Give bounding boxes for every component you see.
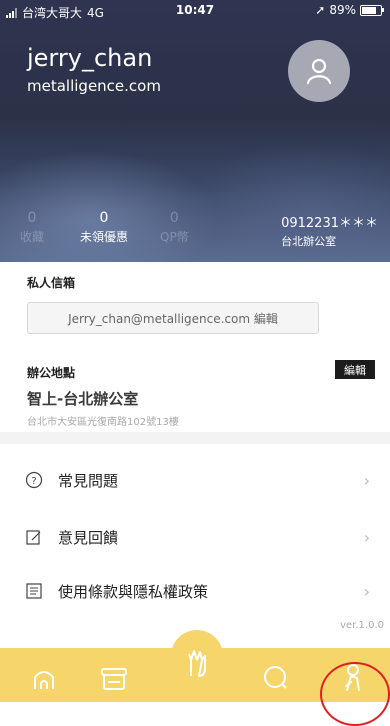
- tab-home[interactable]: [26, 660, 62, 696]
- stat-label: 收藏: [20, 230, 45, 244]
- edit-icon: [24, 527, 44, 547]
- location-icon: ➚: [315, 3, 326, 17]
- svg-text:?: ?: [31, 476, 36, 487]
- menu-label: 意見回饋: [58, 528, 119, 547]
- highlight-circle: [320, 662, 390, 726]
- stat-value: 0: [169, 210, 179, 226]
- office-address: 台北市大安區光復南路102號13樓: [27, 417, 179, 428]
- home-icon: [34, 671, 54, 689]
- menu-label: 常見問題: [58, 471, 119, 490]
- office-name: 智上-台北辦公室: [27, 390, 139, 408]
- tab-store[interactable]: [96, 660, 132, 696]
- office-section-label: 辦公地點: [27, 366, 76, 380]
- stat-coupons[interactable]: 0 未領優惠: [80, 210, 128, 245]
- company-domain: metalligence.com: [27, 77, 161, 95]
- profile-header: 台湾大哥大 4G 10:47 ➚ 89% jerry_chan metallig…: [0, 0, 390, 262]
- battery-icon: [360, 4, 384, 16]
- stat-label: 未領優惠: [80, 230, 129, 244]
- tab-search[interactable]: [258, 660, 294, 696]
- edit-office-button[interactable]: 編輯: [335, 360, 375, 379]
- email-section-label: 私人信箱: [27, 276, 76, 290]
- stat-favorites[interactable]: 0 收藏: [20, 210, 44, 245]
- menu-item-feedback[interactable]: 意見回饋 ›: [0, 512, 390, 562]
- question-icon: ?: [24, 470, 44, 490]
- stat-qp-coins[interactable]: 0 QP幣: [160, 210, 189, 245]
- email-field[interactable]: Jerry_chan@metalligence.com 編輯: [27, 302, 319, 334]
- phone-number: 0912231＊＊＊: [281, 216, 378, 231]
- username: jerry_chan: [27, 44, 153, 72]
- menu-item-terms[interactable]: 使用條款與隱私權政策 ›: [0, 566, 390, 616]
- hand-icon: [188, 650, 206, 677]
- contact-info: 0912231＊＊＊ 台北辦公室: [281, 212, 378, 249]
- document-icon: [24, 581, 44, 601]
- menu-label: 使用條款與隱私權政策: [58, 582, 209, 601]
- stat-label: QP幣: [160, 230, 189, 244]
- battery-percent: 89%: [329, 3, 356, 17]
- search-icon: [264, 666, 287, 689]
- stat-value: 0: [27, 210, 37, 226]
- tab-deals[interactable]: [179, 646, 215, 682]
- chevron-right-icon: ›: [363, 470, 370, 490]
- store-icon: [101, 668, 127, 690]
- menu-item-faq[interactable]: ? 常見問題 ›: [0, 455, 390, 505]
- chevron-right-icon: ›: [363, 581, 370, 601]
- stat-value: 0: [99, 210, 109, 226]
- app-version: ver.1.0.0: [340, 620, 384, 631]
- chevron-right-icon: ›: [363, 527, 370, 547]
- person-icon: [306, 58, 332, 85]
- status-bar: 台湾大哥大 4G 10:47 ➚ 89%: [0, 0, 390, 20]
- avatar[interactable]: [288, 40, 350, 102]
- section-divider: [0, 432, 390, 444]
- office-tag: 台北辦公室: [281, 235, 337, 248]
